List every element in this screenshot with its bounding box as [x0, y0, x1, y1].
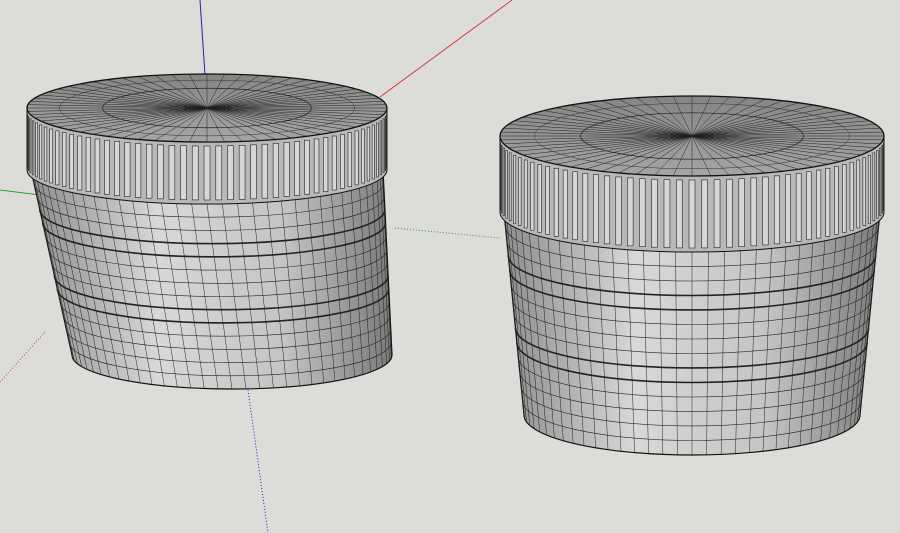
bottle-cap-right[interactable]: [499, 95, 885, 456]
knurl-rib: [593, 174, 599, 243]
knurl-rib: [215, 145, 223, 201]
knurl-rib: [283, 142, 290, 197]
knurl-rib: [604, 175, 611, 245]
knurl-rib: [825, 167, 831, 237]
knurl-rib: [250, 144, 257, 200]
z-axis-negative: [247, 389, 269, 533]
knurl-rib: [294, 141, 300, 196]
knurl-rib: [639, 178, 646, 247]
knurl-rib: [750, 177, 757, 247]
knurl-rib: [553, 167, 559, 237]
knurl-rib: [502, 147, 505, 217]
knurl-rib: [530, 161, 535, 231]
knurl-rib: [94, 138, 101, 194]
knurl-rib: [27, 116, 30, 171]
knurl-rib: [806, 171, 812, 241]
knurl-rib: [49, 128, 53, 184]
y-axis-negative: [394, 227, 501, 239]
knurl-rib: [713, 179, 721, 248]
knurl-rib: [842, 164, 847, 233]
knurl-rib: [168, 145, 176, 200]
knurl-rib: [876, 150, 879, 219]
knurl-rib: [203, 145, 211, 201]
knurl-rib: [505, 150, 508, 219]
knurl-rib: [114, 141, 120, 196]
knurl-rib: [135, 143, 142, 198]
knurl-rib: [39, 124, 43, 180]
knurl-rib: [881, 144, 884, 214]
knurl-rib: [238, 145, 246, 200]
knurl-rib: [323, 137, 329, 192]
knurl-rib: [361, 128, 365, 184]
x-axis: [379, 0, 513, 98]
knurl-rib: [32, 120, 35, 176]
knurl-rib: [701, 179, 708, 249]
knurl-rib: [376, 122, 379, 178]
y-axis: [0, 189, 41, 196]
knurl-rib: [157, 144, 164, 200]
knurl-rib: [738, 178, 745, 247]
x-axis-negative: [0, 331, 46, 383]
knurl-rib: [518, 157, 522, 226]
knurl-rib: [867, 155, 871, 224]
knurl-rib: [55, 130, 60, 186]
knurl-rib: [562, 169, 568, 239]
knurl-rib: [43, 126, 48, 182]
knurl-rib: [879, 147, 882, 217]
knurl-rib: [615, 176, 622, 246]
knurl-rib: [572, 171, 578, 241]
knurl-rib: [862, 157, 866, 226]
knurl-rib: [29, 118, 32, 173]
knurl-rib: [856, 159, 861, 229]
knurl-rib: [872, 152, 876, 222]
knurl-rib: [773, 175, 780, 245]
knurl-rib: [354, 130, 359, 186]
knurl-rib: [795, 172, 802, 242]
knurl-rib: [77, 135, 83, 191]
knurl-rib: [85, 137, 91, 192]
knurl-rib: [371, 124, 375, 180]
knurl-rib: [726, 178, 733, 248]
knurl-rib: [379, 120, 382, 176]
knurl-rib: [180, 145, 187, 201]
knurl-rib: [35, 122, 38, 178]
knurl-rib: [62, 132, 67, 187]
knurl-rib: [340, 134, 345, 189]
knurl-rib: [384, 116, 387, 171]
knurl-rib: [69, 134, 74, 189]
knurl-rib: [785, 174, 791, 243]
knurl-rib: [545, 166, 550, 235]
knurl-rib: [523, 159, 528, 229]
knurl-rib: [676, 179, 683, 249]
knurl-rib: [816, 169, 822, 239]
knurl-rib: [347, 132, 352, 187]
knurl-rib: [627, 177, 634, 247]
knurl-rib: [227, 145, 234, 201]
knurl-rib: [508, 152, 512, 222]
scene-canvas[interactable]: [0, 0, 900, 533]
bottle-cap-left[interactable]: [26, 73, 393, 390]
knurl-rib: [191, 145, 199, 201]
knurl-rib: [834, 166, 839, 235]
knurl-rib: [382, 118, 385, 173]
knurl-rib: [849, 161, 854, 231]
knurl-rib: [366, 126, 371, 182]
knurl-rib: [500, 144, 503, 214]
knurl-rib: [272, 143, 279, 198]
knurl-rib: [124, 142, 131, 197]
knurl-rib: [261, 143, 268, 199]
knurl-rib: [537, 164, 542, 233]
knurl-rib: [651, 178, 658, 248]
knurl-rib: [313, 138, 320, 194]
knurl-rib: [146, 143, 153, 199]
knurl-rib: [104, 139, 110, 195]
knurl-rib: [513, 155, 517, 224]
knurl-rib: [663, 179, 671, 248]
knurl-rib: [582, 172, 589, 242]
knurl-rib: [331, 135, 337, 191]
knurl-rib: [688, 179, 696, 249]
knurl-rib: [762, 176, 769, 246]
3d-viewport[interactable]: [0, 0, 900, 533]
knurl-rib: [304, 139, 310, 195]
